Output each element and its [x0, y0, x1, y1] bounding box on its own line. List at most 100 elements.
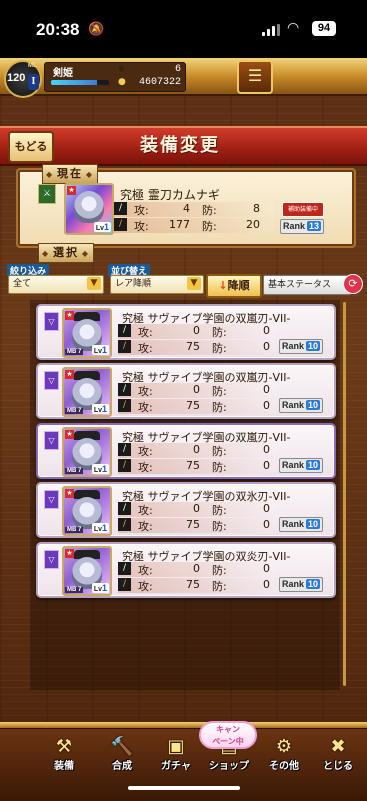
chevron-down-icon: ▼ — [187, 277, 201, 290]
item-def: 0 — [263, 443, 270, 456]
current-weapon-stat-row: / 攻: 177 防: 20 — [114, 218, 274, 233]
card-mb: MB 7 — [65, 408, 84, 414]
current-equipment-card[interactable]: ★ Lv1 — [64, 183, 114, 235]
nav-other[interactable]: ⚙ その他 — [258, 730, 310, 772]
exp-bar — [51, 80, 109, 85]
equipment-list-item[interactable]: ▽ ★ MB 7 Lv1 究極 サヴァイブ学園の双嵐刃-VII- / 攻: 0 … — [36, 304, 336, 360]
rank-chip: Rank 10 — [279, 339, 324, 354]
rarity-star-icon: ★ — [65, 549, 74, 558]
card-mb: MB 7 — [65, 468, 84, 474]
sword-icon: / — [114, 202, 127, 215]
scrollbar[interactable] — [343, 302, 346, 686]
equipment-card: ★ MB 7 Lv1 — [62, 486, 112, 536]
rarity-star-icon: ★ — [65, 311, 74, 320]
sword-icon: / — [118, 443, 131, 456]
card-portrait — [74, 191, 104, 223]
rank-chip: Rank 10 — [279, 398, 324, 413]
filter-value: 全て — [13, 279, 32, 289]
player-rank-badge[interactable]: 120 ML I — [4, 60, 42, 98]
sword-icon: / — [118, 324, 131, 337]
player-coins: 6 — [174, 64, 181, 75]
status-bar: 20:38 🔕 ◠ 94 — [0, 0, 367, 58]
card-level: Lv1 — [91, 404, 109, 414]
rarity-star-icon: ★ — [65, 370, 74, 379]
back-button[interactable]: もどる — [8, 131, 54, 163]
card-mb: MB 7 — [65, 587, 84, 593]
current-rank-chip: Rank 13 — [280, 219, 325, 234]
rarity-star-icon: ★ — [65, 430, 74, 439]
current-weapon-atk: 177 — [169, 218, 190, 231]
weapon-icon: / — [118, 518, 131, 531]
rank-prefix: ML — [28, 63, 37, 69]
item-weapon-atk: 75 — [186, 340, 200, 353]
nav-close[interactable]: ✖ とじる — [312, 730, 364, 772]
item-atk: 0 — [193, 502, 200, 515]
player-rank: 120 — [7, 72, 26, 84]
rarity-star-icon: ★ — [67, 186, 76, 195]
item-weapon-atk: 75 — [186, 518, 200, 531]
item-atk: 0 — [193, 443, 200, 456]
order-button[interactable]: ↓降順 — [206, 274, 262, 298]
chevron-down-icon: ▼ — [87, 277, 101, 290]
signal-icon — [262, 24, 280, 36]
page-title: 装備変更 — [140, 135, 220, 156]
stat-row: / 攻: 0 防: 0 — [118, 443, 276, 458]
sort-dropdown[interactable]: レア降順 ▼ — [110, 275, 204, 294]
weapon-icon: / — [114, 218, 127, 231]
weapon-stat-row: / 攻: 75 防: 0 — [118, 340, 276, 355]
item-def: 0 — [263, 562, 270, 575]
rank-roman: I — [28, 74, 39, 90]
card-level: Lv1 — [91, 523, 109, 533]
campaign-badge[interactable]: キャン ペーン中 — [199, 721, 257, 749]
sword-icon: / — [118, 562, 131, 575]
weapon-icon: / — [118, 340, 131, 353]
wifi-icon: ◠ — [287, 20, 300, 36]
item-def: 0 — [263, 324, 270, 337]
current-stat-row: / 攻: 4 防: 8 — [114, 202, 274, 217]
weapon-stat-row: / 攻: 75 防: 0 — [118, 399, 276, 414]
item-weapon-def: 0 — [263, 399, 270, 412]
item-def: 0 — [263, 383, 270, 396]
nav-gacha[interactable]: ▣ ガチャ — [150, 730, 202, 772]
current-equipment-name: 究極 霊刀カムナギ — [120, 188, 220, 202]
filter-dropdown[interactable]: 全て ▼ — [8, 275, 104, 294]
card-mb: MB 7 — [65, 349, 84, 355]
home-indicator[interactable] — [128, 786, 240, 790]
current-tag: 現在 — [42, 164, 98, 184]
cycle-icon[interactable]: ⟳ — [343, 274, 363, 294]
rank-chip: Rank 10 — [279, 517, 324, 532]
stat-row: / 攻: 0 防: 0 — [118, 562, 276, 577]
item-weapon-atk: 75 — [186, 399, 200, 412]
item-atk: 0 — [193, 324, 200, 337]
equipment-list-item[interactable]: ▽ ★ MB 7 Lv1 究極 サヴァイブ学園の双嵐刃-VII- / 攻: 0 … — [36, 363, 336, 419]
item-def: 0 — [263, 502, 270, 515]
menu-icon[interactable]: ☰ — [237, 60, 273, 94]
item-weapon-def: 0 — [263, 578, 270, 591]
rank-chip: Rank 10 — [279, 577, 324, 592]
sword-icon: / — [118, 502, 131, 515]
exp-fill — [51, 80, 98, 85]
card-level: Lv1 — [93, 222, 111, 232]
equipment-card: ★ MB 7 Lv1 — [62, 308, 112, 358]
equipment-list-item[interactable]: ▽ ★ MB 7 Lv1 究極 サヴァイブ学園の双氷刃-VII- / 攻: 0 … — [36, 482, 336, 538]
weapon-icon: / — [118, 578, 131, 591]
rank-chip: Rank 10 — [279, 458, 324, 473]
item-weapon-def: 0 — [263, 459, 270, 472]
item-weapon-atk: 75 — [186, 459, 200, 472]
equipment-list-item[interactable]: ▽ ★ MB 7 Lv1 究極 サヴァイブ学園の双嵐刃-VII- / 攻: 0 … — [36, 423, 336, 479]
coin-icon: ● — [118, 77, 126, 87]
stat-row: / 攻: 0 防: 0 — [118, 502, 276, 517]
item-weapon-atk: 75 — [186, 578, 200, 591]
current-atk: 4 — [183, 202, 190, 215]
card-level: Lv1 — [91, 345, 109, 355]
sort-arrow-icon: ↓ — [218, 279, 228, 292]
weapon-icon: / — [118, 399, 131, 412]
weapon-stat-row: / 攻: 75 防: 0 — [118, 518, 276, 533]
equipment-list-item[interactable]: ▽ ★ MB 7 Lv1 究極 サヴァイブ学園の双炎刃-VII- / 攻: 0 … — [36, 542, 336, 598]
base-status-button[interactable]: 基本ステータス — [263, 275, 351, 295]
nav-equip[interactable]: ⚒ 装備 — [38, 730, 90, 772]
nav-synth[interactable]: 🔨 合成 — [96, 730, 148, 772]
slot-gem-icon: ▽ — [44, 431, 59, 450]
sword-icon: / — [118, 383, 131, 396]
slot-gem-icon: ▽ — [44, 490, 59, 509]
